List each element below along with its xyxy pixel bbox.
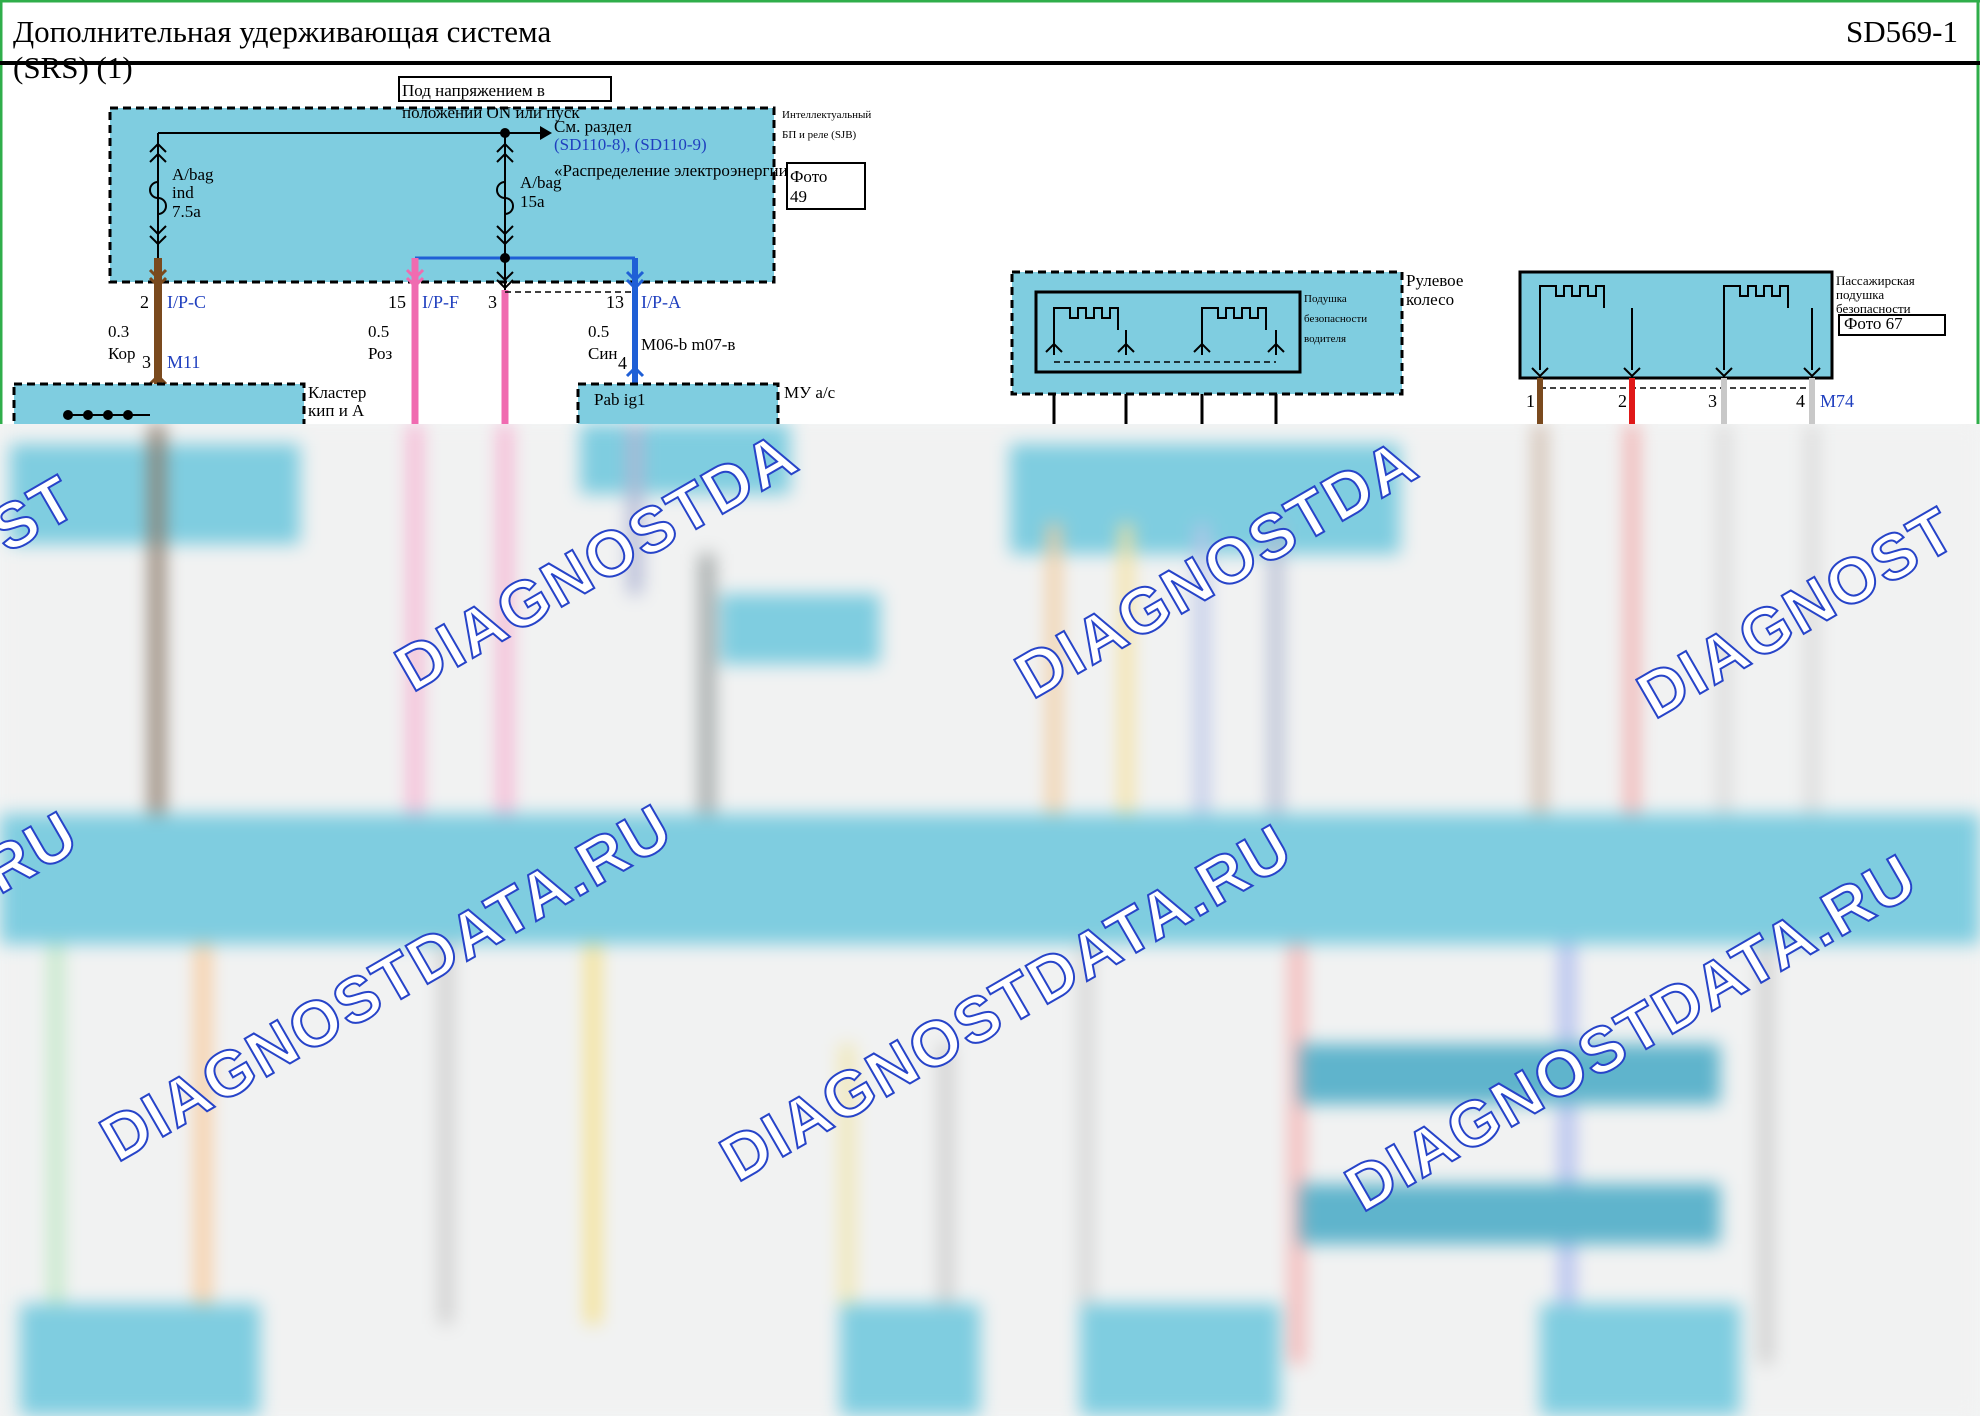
see-section-detail: «Распределение электроэнергии» [554,161,797,180]
wire1-connector[interactable]: I/P-C [167,293,206,312]
acu-pin: 4 [618,353,627,373]
driver-airbag-1: Подушка [1304,293,1347,305]
steering-name-2: колесо [1406,290,1455,309]
wire4-pin: 13 [606,292,624,312]
steering-name-1: Рулевое [1406,271,1464,290]
sjb-name-1: Интеллектуальный [782,109,872,121]
wiring-diagram-page: Дополнительная удерживающая система (SRS… [0,0,1980,1416]
wire4-connector[interactable]: I/P-A [641,293,681,312]
cluster-name-1: Кластер [308,383,367,402]
passenger-airbag-module [1518,270,1834,380]
wire4-gauge: 0.5 [588,322,610,341]
wire2-pin: 15 [388,292,406,312]
wire3-pin: 3 [488,292,497,312]
cluster-module [12,382,306,424]
cluster-name-2: кип и А [308,401,365,420]
fuse2-label-2: 15a [520,192,545,211]
fuse2-label-1: A/bag [520,173,562,192]
wire2-gauge: 0.5 [368,322,390,341]
wire1-color: Кор [108,344,136,363]
pax-pin-1: 1 [1526,391,1535,411]
page-code: SD569-1 [1846,14,1958,49]
wire1-pin: 2 [140,292,149,312]
acu-label: Pab ig1 [594,390,646,409]
wire4-color: Син [588,344,618,363]
sjb-photo-1: Фото [790,167,828,186]
fuse1-label-1: A/bag [172,165,214,184]
pax-pin-2: 2 [1618,391,1627,411]
cluster-connector[interactable]: M11 [167,353,200,372]
sjb-name-2: БП и реле (SJB) [782,129,857,141]
pax-connector[interactable]: M74 [1820,392,1854,411]
page-title: Дополнительная удерживающая система [13,14,552,49]
driver-airbag-3: водителя [1304,333,1347,345]
pax-pin-3: 3 [1708,391,1717,411]
wire1-gauge: 0.3 [108,322,130,341]
wire2-color: Роз [368,344,393,363]
sjb-photo-2: 49 [790,187,807,206]
blurred-preview-region: OST DIAGNOSTDA DIAGNOSTDA DIAGNOST .RU D… [0,424,1980,1416]
cluster-pin: 3 [142,352,151,372]
see-section-refs[interactable]: (SD110-8), (SD110-9) [554,136,707,154]
wiring-diagram [0,0,1980,424]
page-subtitle: (SRS) (1) [13,50,133,85]
fuse1-label-2: ind [172,183,194,202]
passenger-name-2: подушка [1836,287,1885,302]
acu-connector-ref: M06-b m07-в [641,335,736,354]
acu-name: МУ а/с [784,383,836,402]
passenger-name-1: Пассажирская [1836,273,1915,288]
see-section-label: См. раздел [554,117,632,136]
passenger-photo: Фото 67 [1844,314,1903,333]
bus-junction [500,128,510,138]
blurred-diagram [0,424,1980,1416]
fuse1-label-3: 7.5a [172,202,201,221]
driver-airbag-2: безопасности [1304,313,1368,325]
pax-pin-4: 4 [1796,391,1805,411]
wire2-connector[interactable]: I/P-F [422,293,459,312]
